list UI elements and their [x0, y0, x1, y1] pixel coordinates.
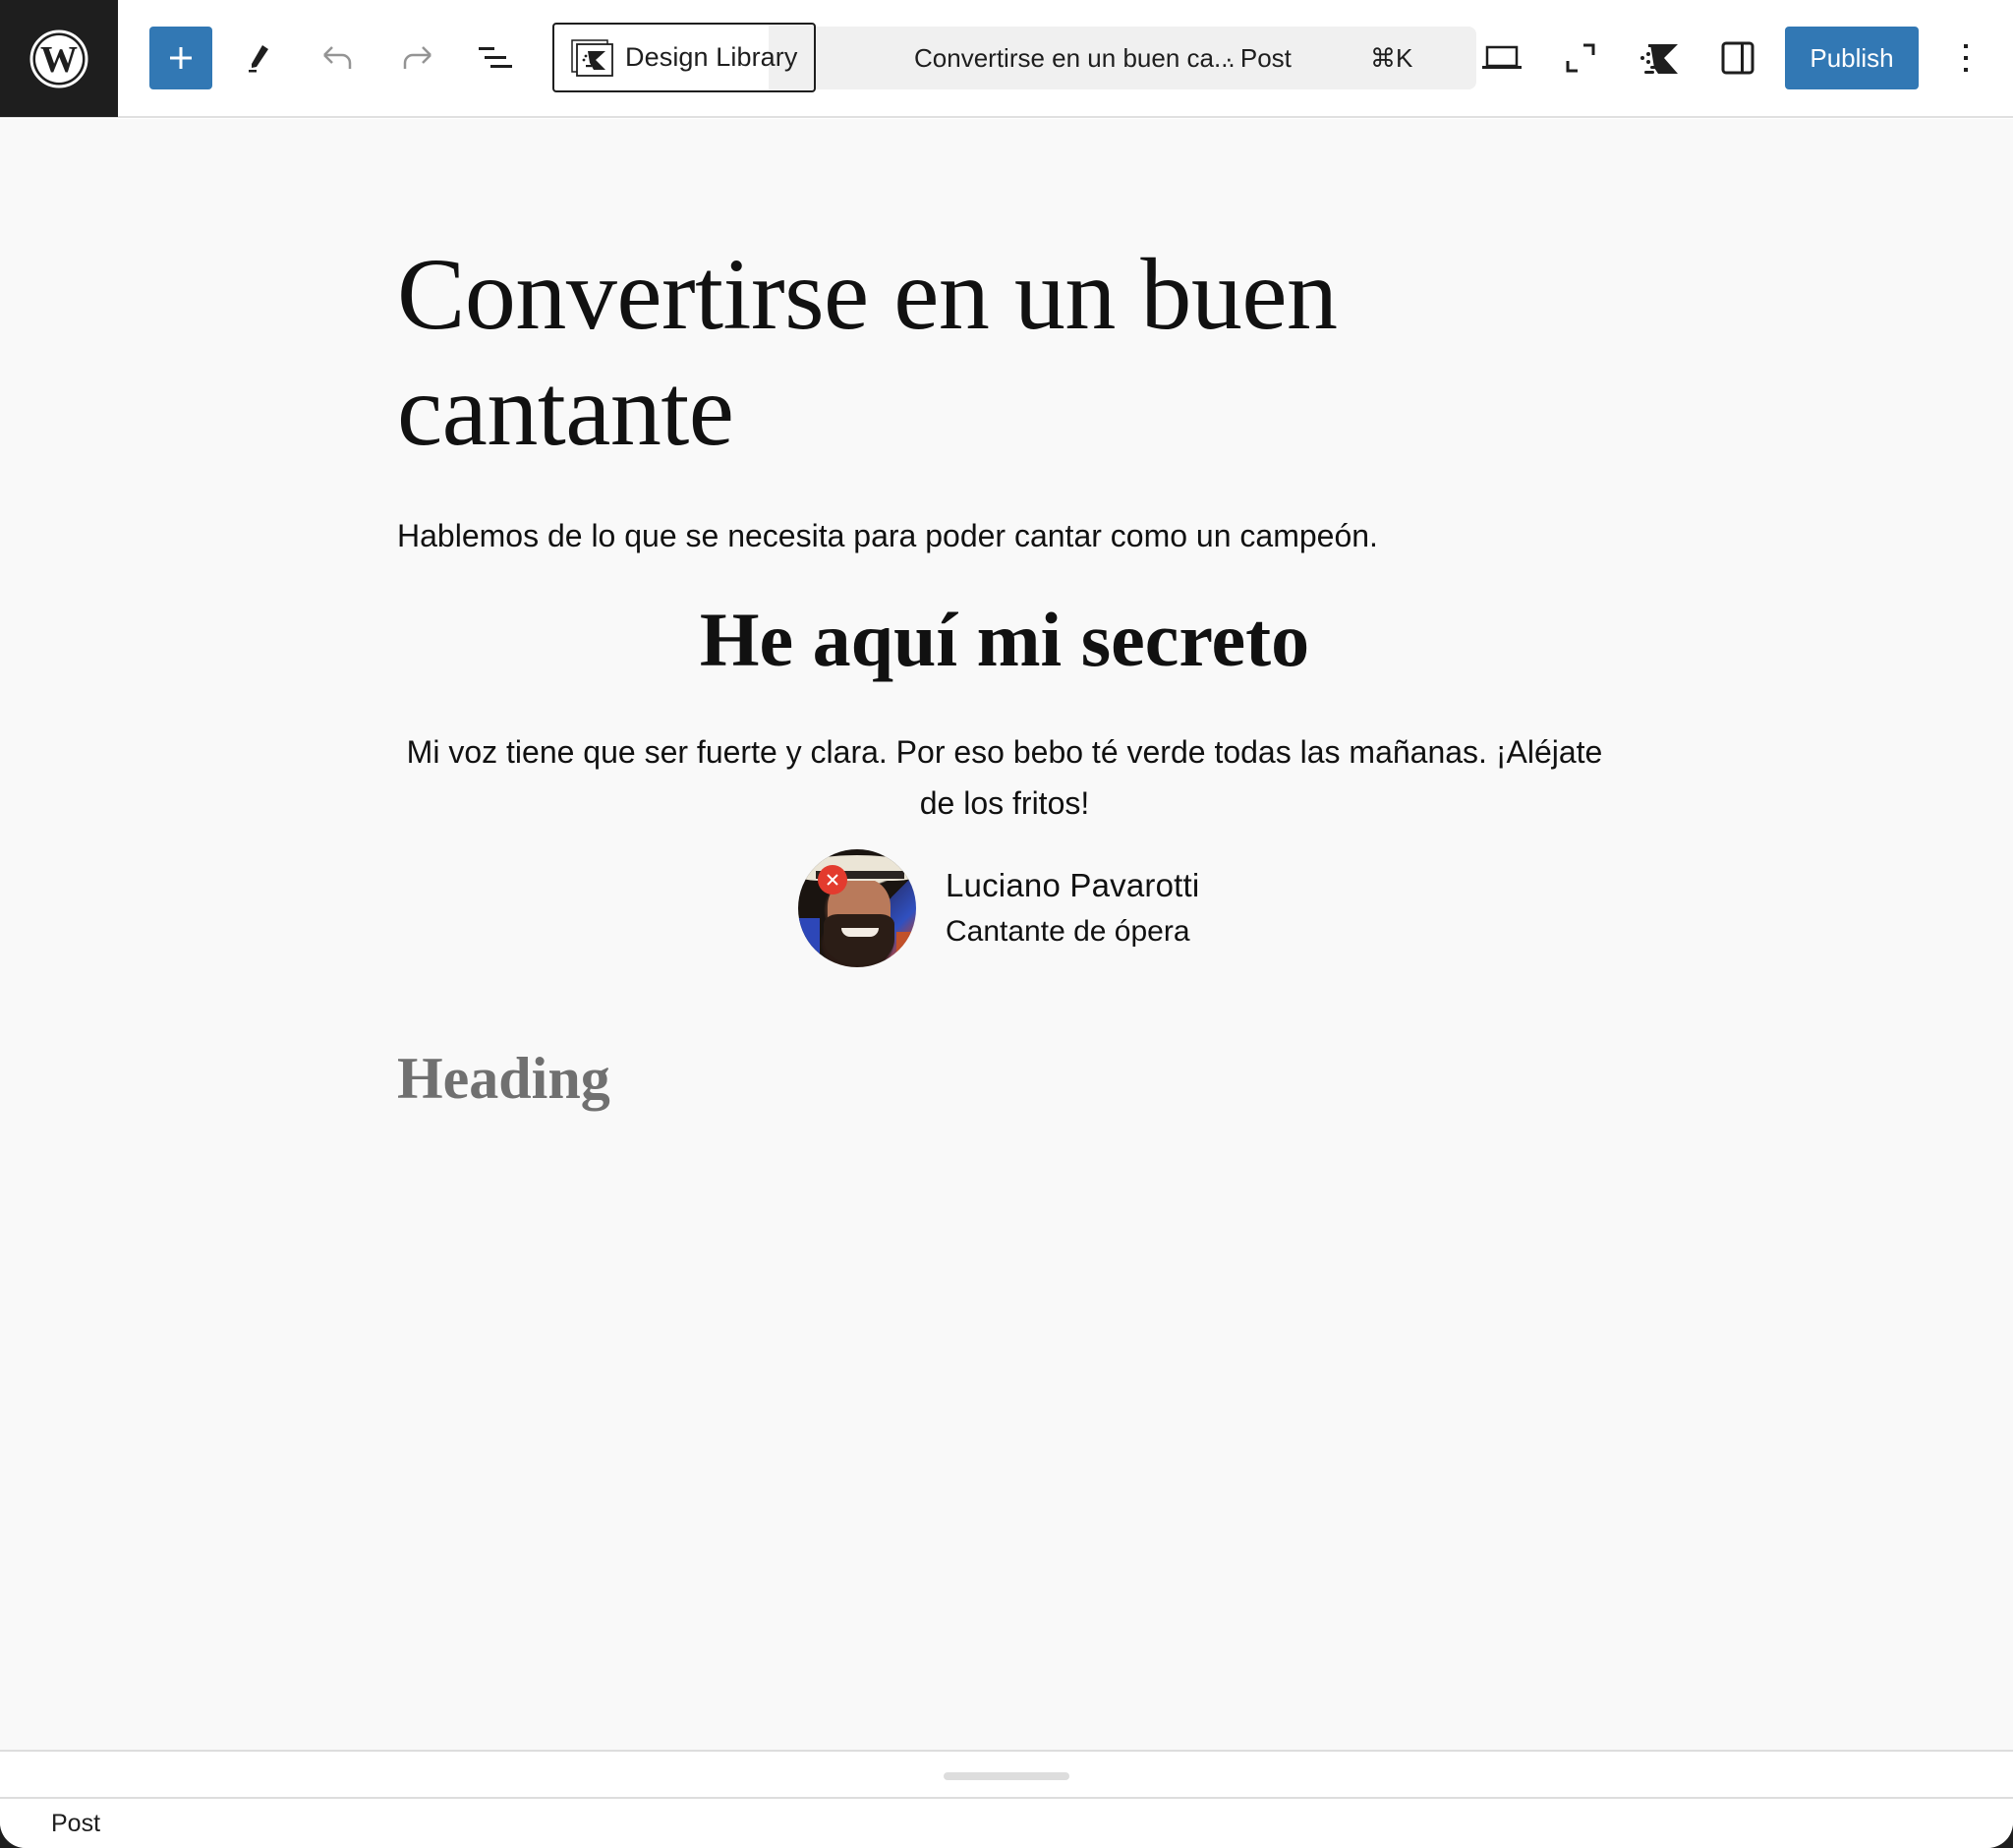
options-menu-button[interactable] — [1934, 27, 1997, 89]
author-role[interactable]: Cantante de ópera — [946, 912, 1199, 952]
document-type: · Post — [1225, 42, 1292, 73]
meta-boxes-resize-bar — [0, 1750, 2013, 1799]
section-heading[interactable]: He aquí mi secreto — [397, 591, 1612, 689]
add-block-button[interactable] — [149, 27, 212, 89]
block-breadcrumb-bar: Post — [0, 1799, 2013, 1848]
command-shortcut: ⌘K — [1370, 42, 1413, 73]
editor-toolbar: W Convertirse en un buen ca... · Post ⌘K… — [0, 0, 2013, 118]
fullscreen-icon — [1566, 43, 1595, 73]
document-overview-button[interactable] — [464, 27, 527, 89]
resize-handle[interactable] — [944, 1772, 1069, 1780]
editor-canvas: Convertirse en un buen cantante Hablemos… — [0, 119, 2013, 1750]
heading-placeholder[interactable]: Heading — [397, 1039, 610, 1118]
remove-image-button[interactable] — [818, 865, 847, 895]
preview-button[interactable] — [1470, 27, 1533, 89]
redo-icon — [403, 46, 431, 69]
pencil-icon — [249, 45, 268, 73]
document-title[interactable]: Convertirse en un buen ca... — [914, 43, 1236, 74]
testimonial-quote[interactable]: Mi voz tiene que ser fuerte y clara. Por… — [397, 726, 1612, 829]
wordpress-logo-button[interactable]: W — [0, 0, 118, 117]
redo-button[interactable] — [385, 27, 448, 89]
design-library-button[interactable]: Design Library — [552, 23, 816, 92]
list-view-icon — [479, 47, 512, 68]
kadence-library-icon — [571, 38, 613, 77]
post-title[interactable]: Convertirse en un buen cantante — [397, 237, 1478, 469]
svg-text:W: W — [40, 39, 78, 81]
settings-sidebar-button[interactable] — [1706, 27, 1769, 89]
kadence-blocks-button[interactable] — [1628, 27, 1691, 89]
editor-window: W Convertirse en un buen ca... · Post ⌘K… — [0, 0, 2013, 1848]
close-icon — [827, 874, 838, 886]
publish-button[interactable]: Publish — [1785, 27, 1919, 89]
undo-button[interactable] — [307, 27, 370, 89]
command-palette-bar[interactable]: Convertirse en un buen ca... · Post ⌘K — [767, 27, 1476, 89]
avatar[interactable] — [798, 849, 916, 967]
wordpress-icon: W — [29, 29, 88, 87]
more-vertical-icon — [1964, 44, 1968, 72]
sidebar-icon — [1721, 41, 1754, 75]
plus-icon — [170, 47, 192, 69]
author-name[interactable]: Luciano Pavarotti — [946, 865, 1199, 906]
testimonial-meta: Luciano Pavarotti Cantante de ópera — [946, 865, 1199, 952]
kadence-icon — [1640, 44, 1678, 74]
design-library-label: Design Library — [625, 42, 798, 72]
intro-paragraph[interactable]: Hablemos de lo que se necesita para pode… — [397, 514, 1675, 557]
testimonial-author: Luciano Pavarotti Cantante de ópera — [798, 848, 1199, 968]
breadcrumb-item-post[interactable]: Post — [51, 1810, 100, 1838]
undo-icon — [323, 46, 352, 69]
desktop-icon — [1482, 45, 1522, 69]
fullscreen-button[interactable] — [1549, 27, 1612, 89]
tools-button[interactable] — [228, 27, 291, 89]
